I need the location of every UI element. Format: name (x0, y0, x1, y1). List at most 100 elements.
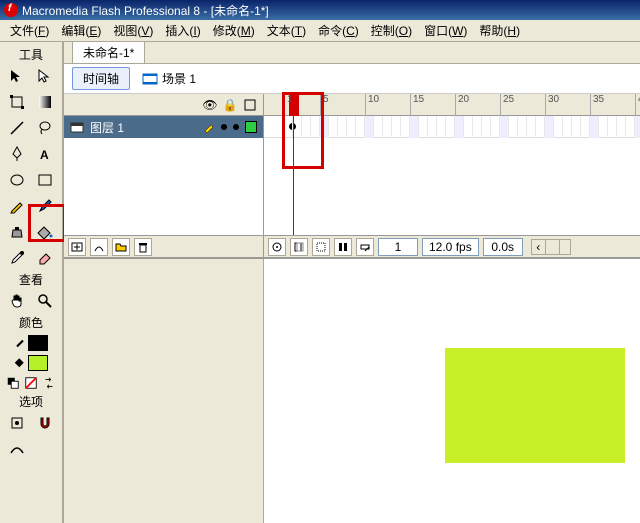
frame-cell[interactable] (464, 116, 473, 138)
modify-onion-markers-button[interactable] (356, 238, 374, 256)
text-tool[interactable]: A (33, 143, 57, 165)
new-layer-button[interactable] (68, 238, 86, 256)
frame-cell[interactable] (626, 116, 635, 138)
stage[interactable] (264, 259, 640, 523)
brush-tool[interactable] (33, 195, 57, 217)
frame-cell[interactable] (509, 116, 518, 138)
frame-cell[interactable] (446, 116, 455, 138)
fill-color-swatch[interactable] (28, 355, 48, 371)
menu-c[interactable]: 命令(C) (312, 20, 365, 41)
frame-cell[interactable] (608, 116, 617, 138)
no-color-button[interactable] (23, 375, 39, 391)
rectangle-tool[interactable] (33, 169, 57, 191)
menu-w[interactable]: 窗口(W) (418, 20, 473, 41)
option-snap-button[interactable] (5, 412, 29, 434)
ink-bottle-tool[interactable] (5, 221, 29, 243)
menu-e[interactable]: 编辑(E) (55, 20, 107, 41)
frame-cell[interactable] (419, 116, 428, 138)
layer-outline-color[interactable] (245, 121, 257, 133)
zoom-tool[interactable] (33, 290, 57, 312)
menu-i[interactable]: 插入(I) (159, 20, 206, 41)
paint-bucket-tool[interactable] (33, 221, 57, 243)
menu-o[interactable]: 控制(O) (365, 20, 418, 41)
frame-cell[interactable] (536, 116, 545, 138)
oval-tool[interactable] (5, 169, 29, 191)
option-magnet-button[interactable] (33, 412, 57, 434)
frame-cell[interactable] (374, 116, 383, 138)
frame-cell[interactable] (590, 116, 599, 138)
eyedropper-tool[interactable] (5, 247, 29, 269)
eye-icon[interactable]: 👁 (203, 98, 217, 112)
onion-skin-button[interactable] (290, 238, 308, 256)
new-folder-button[interactable] (112, 238, 130, 256)
default-colors-button[interactable] (5, 375, 21, 391)
document-tab[interactable]: 未命名-1* (72, 41, 145, 63)
frame-cell[interactable] (320, 116, 329, 138)
frame-cell[interactable] (311, 116, 320, 138)
frame-cell[interactable] (401, 116, 410, 138)
frame-cell[interactable] (329, 116, 338, 138)
delete-layer-button[interactable] (134, 238, 152, 256)
frame-cell[interactable] (491, 116, 500, 138)
menu-m[interactable]: 修改(M) (207, 20, 261, 41)
frame-cell[interactable] (473, 116, 482, 138)
frame-cell[interactable] (302, 116, 311, 138)
frames-row[interactable] (264, 116, 640, 138)
frame-cell[interactable] (518, 116, 527, 138)
hand-tool[interactable] (5, 290, 29, 312)
outline-icon[interactable] (243, 98, 257, 112)
menu-h[interactable]: 帮助(H) (473, 20, 526, 41)
timeline-ruler[interactable]: 1510152025303540 (264, 94, 640, 116)
frame-cell[interactable] (599, 116, 608, 138)
frame-cell[interactable] (482, 116, 491, 138)
frame-cell[interactable] (455, 116, 464, 138)
edit-multiple-frames-button[interactable] (334, 238, 352, 256)
frame-cell[interactable] (338, 116, 347, 138)
pen-tool[interactable] (5, 143, 29, 165)
layer-row[interactable]: 图层 1 (64, 116, 263, 138)
stage-rectangle-shape[interactable] (445, 348, 625, 463)
frame-cell[interactable] (572, 116, 581, 138)
lock-icon[interactable]: 🔒 (223, 98, 237, 112)
scene-selector[interactable]: 场景 1 (142, 70, 196, 87)
swap-colors-button[interactable] (41, 375, 57, 391)
gradient-transform-tool[interactable] (33, 91, 57, 113)
menu-f[interactable]: 文件(F) (4, 20, 55, 41)
frame-cell[interactable] (410, 116, 419, 138)
frame-cell[interactable] (581, 116, 590, 138)
onion-skin-outlines-button[interactable] (312, 238, 330, 256)
layer-visibility-dot[interactable] (221, 124, 227, 130)
frame-cell[interactable] (500, 116, 509, 138)
frame-cell[interactable] (347, 116, 356, 138)
frame-cell[interactable] (284, 116, 293, 138)
new-motion-guide-button[interactable] (90, 238, 108, 256)
frame-cell[interactable] (527, 116, 536, 138)
frame-cell[interactable] (383, 116, 392, 138)
frame-cell[interactable] (563, 116, 572, 138)
center-frame-button[interactable] (268, 238, 286, 256)
frame-cell[interactable] (554, 116, 563, 138)
menu-v[interactable]: 视图(V) (107, 20, 159, 41)
layer-lock-dot[interactable] (233, 124, 239, 130)
timeline-label[interactable]: 时间轴 (72, 67, 130, 90)
line-tool[interactable] (5, 117, 29, 139)
stroke-color-swatch[interactable] (28, 335, 48, 351)
frame-cell[interactable] (428, 116, 437, 138)
horizontal-scrollbar[interactable]: ‹ (531, 239, 571, 255)
option-smooth-button[interactable] (5, 438, 29, 460)
pencil-tool[interactable] (5, 195, 29, 217)
selection-tool[interactable] (5, 65, 29, 87)
menu-t[interactable]: 文本(T) (261, 20, 312, 41)
lasso-tool[interactable] (33, 117, 57, 139)
frame-cell[interactable] (392, 116, 401, 138)
frame-cell[interactable] (545, 116, 554, 138)
eraser-tool[interactable] (33, 247, 57, 269)
scroll-left-button[interactable]: ‹ (532, 240, 546, 254)
frame-cell[interactable] (635, 116, 640, 138)
frame-cell[interactable] (356, 116, 365, 138)
frame-cell[interactable] (365, 116, 374, 138)
frame-cell[interactable] (437, 116, 446, 138)
frame-cell[interactable] (617, 116, 626, 138)
subselection-tool[interactable] (33, 65, 57, 87)
free-transform-tool[interactable] (5, 91, 29, 113)
